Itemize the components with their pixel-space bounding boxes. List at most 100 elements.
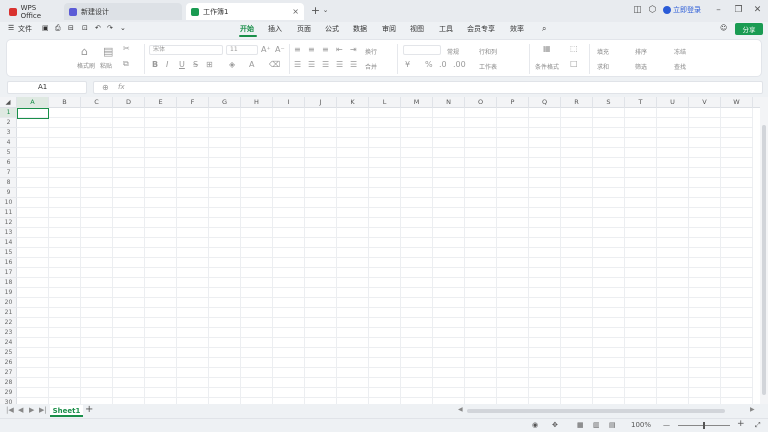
layout-icon[interactable]: ◫: [632, 5, 643, 16]
menu-insert[interactable]: 插入: [268, 24, 282, 34]
column-header-i[interactable]: I: [273, 97, 305, 108]
row-header-18[interactable]: 18: [0, 278, 17, 288]
wrap-text-button[interactable]: 换行: [365, 47, 377, 56]
share-button[interactable]: 分享: [735, 23, 763, 35]
format-painter-icon[interactable]: ⌂: [81, 45, 88, 58]
prev-sheet-icon[interactable]: ◀: [18, 406, 23, 414]
page-layout-view-icon[interactable]: ▥: [593, 421, 600, 429]
row-header-24[interactable]: 24: [0, 338, 17, 348]
hamburger-icon[interactable]: ☰: [8, 24, 14, 32]
add-sheet-button[interactable]: +: [85, 404, 93, 415]
column-header-f[interactable]: F: [177, 97, 209, 108]
close-window-icon[interactable]: ✕: [752, 5, 763, 16]
tab-workbook1[interactable]: 工作簿1 ×: [186, 3, 304, 20]
row-header-20[interactable]: 20: [0, 298, 17, 308]
select-all-corner[interactable]: ◢: [0, 97, 17, 108]
column-header-l[interactable]: L: [369, 97, 401, 108]
menu-home[interactable]: 开始: [240, 24, 254, 34]
minimize-icon[interactable]: –: [713, 5, 724, 16]
login-button[interactable]: 立即登录: [663, 5, 701, 15]
menu-file[interactable]: 文件: [18, 24, 32, 34]
column-header-u[interactable]: U: [657, 97, 689, 108]
menu-formula[interactable]: 公式: [325, 24, 339, 34]
column-header-r[interactable]: R: [561, 97, 593, 108]
column-header-g[interactable]: G: [209, 97, 241, 108]
search-icon[interactable]: ⌕: [542, 24, 546, 34]
preview-icon[interactable]: ⊡: [82, 24, 88, 32]
format-painter-label[interactable]: 格式刷: [77, 61, 95, 70]
conditional-format-button[interactable]: 条件格式: [535, 62, 559, 71]
menu-data[interactable]: 数据: [353, 24, 367, 34]
row-header-2[interactable]: 2: [0, 118, 17, 128]
column-header-k[interactable]: K: [337, 97, 369, 108]
clear-format-icon[interactable]: ⌫: [269, 60, 280, 69]
rows-cols-button[interactable]: 行和列: [479, 47, 497, 56]
number-format-select[interactable]: [403, 45, 441, 55]
sheet-tab-sheet1[interactable]: Sheet1: [50, 405, 83, 417]
tab-new-design[interactable]: 新建设计: [64, 3, 182, 20]
bold-icon[interactable]: B: [152, 60, 158, 69]
column-header-c[interactable]: C: [81, 97, 113, 108]
save-icon[interactable]: ▣: [42, 24, 49, 32]
percent-icon[interactable]: %: [425, 60, 433, 69]
distribute-icon[interactable]: ☰: [350, 60, 357, 69]
scroll-right-icon[interactable]: ▶: [750, 406, 755, 413]
row-header-14[interactable]: 14: [0, 238, 17, 248]
row-header-8[interactable]: 8: [0, 178, 17, 188]
restore-icon[interactable]: ❐: [733, 5, 744, 16]
cell-focus-icon[interactable]: ✥: [552, 421, 558, 429]
align-right-icon[interactable]: ☰: [322, 60, 329, 69]
italic-icon[interactable]: I: [166, 60, 168, 69]
border-icon[interactable]: ⊞: [206, 60, 213, 69]
row-header-26[interactable]: 26: [0, 358, 17, 368]
filter-button[interactable]: 筛选: [635, 62, 647, 71]
fx-icon[interactable]: fx: [118, 83, 125, 91]
tab-wps-office[interactable]: WPS Office: [4, 3, 62, 20]
normal-view-icon[interactable]: ▦: [577, 421, 584, 429]
zoom-slider-knob[interactable]: [703, 422, 705, 429]
row-header-23[interactable]: 23: [0, 328, 17, 338]
column-header-d[interactable]: D: [113, 97, 145, 108]
table-style-icon[interactable]: □: [570, 59, 578, 68]
row-header-9[interactable]: 9: [0, 188, 17, 198]
cube-icon[interactable]: ⬡: [647, 5, 658, 16]
column-header-p[interactable]: P: [497, 97, 529, 108]
close-tab-icon[interactable]: ×: [292, 7, 299, 16]
row-header-27[interactable]: 27: [0, 368, 17, 378]
row-header-16[interactable]: 16: [0, 258, 17, 268]
row-header-7[interactable]: 7: [0, 168, 17, 178]
font-color-icon[interactable]: A: [249, 60, 254, 69]
menu-view[interactable]: 视图: [410, 24, 424, 34]
menu-review[interactable]: 审阅: [382, 24, 396, 34]
zoom-formula-icon[interactable]: ⊕: [102, 83, 109, 92]
decimal-decrease-icon[interactable]: .00: [453, 60, 466, 69]
sort-button[interactable]: 排序: [635, 47, 647, 56]
strikethrough-icon[interactable]: S̶: [193, 60, 198, 69]
row-header-17[interactable]: 17: [0, 268, 17, 278]
column-header-v[interactable]: V: [689, 97, 721, 108]
row-header-6[interactable]: 6: [0, 158, 17, 168]
name-box[interactable]: A1: [7, 81, 87, 94]
undo-icon[interactable]: ↶: [95, 24, 101, 32]
worksheet-button[interactable]: 工作表: [479, 62, 497, 71]
row-header-28[interactable]: 28: [0, 378, 17, 388]
increase-font-icon[interactable]: A⁺: [261, 45, 271, 54]
align-top-icon[interactable]: ≡: [294, 45, 301, 54]
column-header-n[interactable]: N: [433, 97, 465, 108]
more-dropdown-icon[interactable]: ⌄: [120, 24, 126, 32]
paste-label[interactable]: 粘贴: [100, 61, 112, 70]
selected-cell-a1[interactable]: [17, 108, 49, 119]
column-header-s[interactable]: S: [593, 97, 625, 108]
column-header-j[interactable]: J: [305, 97, 337, 108]
row-header-29[interactable]: 29: [0, 388, 17, 398]
align-bottom-icon[interactable]: ≡: [322, 45, 329, 54]
conditional-format-icon[interactable]: ▦: [543, 44, 551, 53]
row-header-11[interactable]: 11: [0, 208, 17, 218]
row-header-25[interactable]: 25: [0, 348, 17, 358]
font-size-select[interactable]: 11: [226, 45, 258, 55]
column-header-o[interactable]: O: [465, 97, 497, 108]
next-sheet-icon[interactable]: ▶: [29, 406, 34, 414]
row-header-22[interactable]: 22: [0, 318, 17, 328]
align-left-icon[interactable]: ☰: [294, 60, 301, 69]
row-header-19[interactable]: 19: [0, 288, 17, 298]
